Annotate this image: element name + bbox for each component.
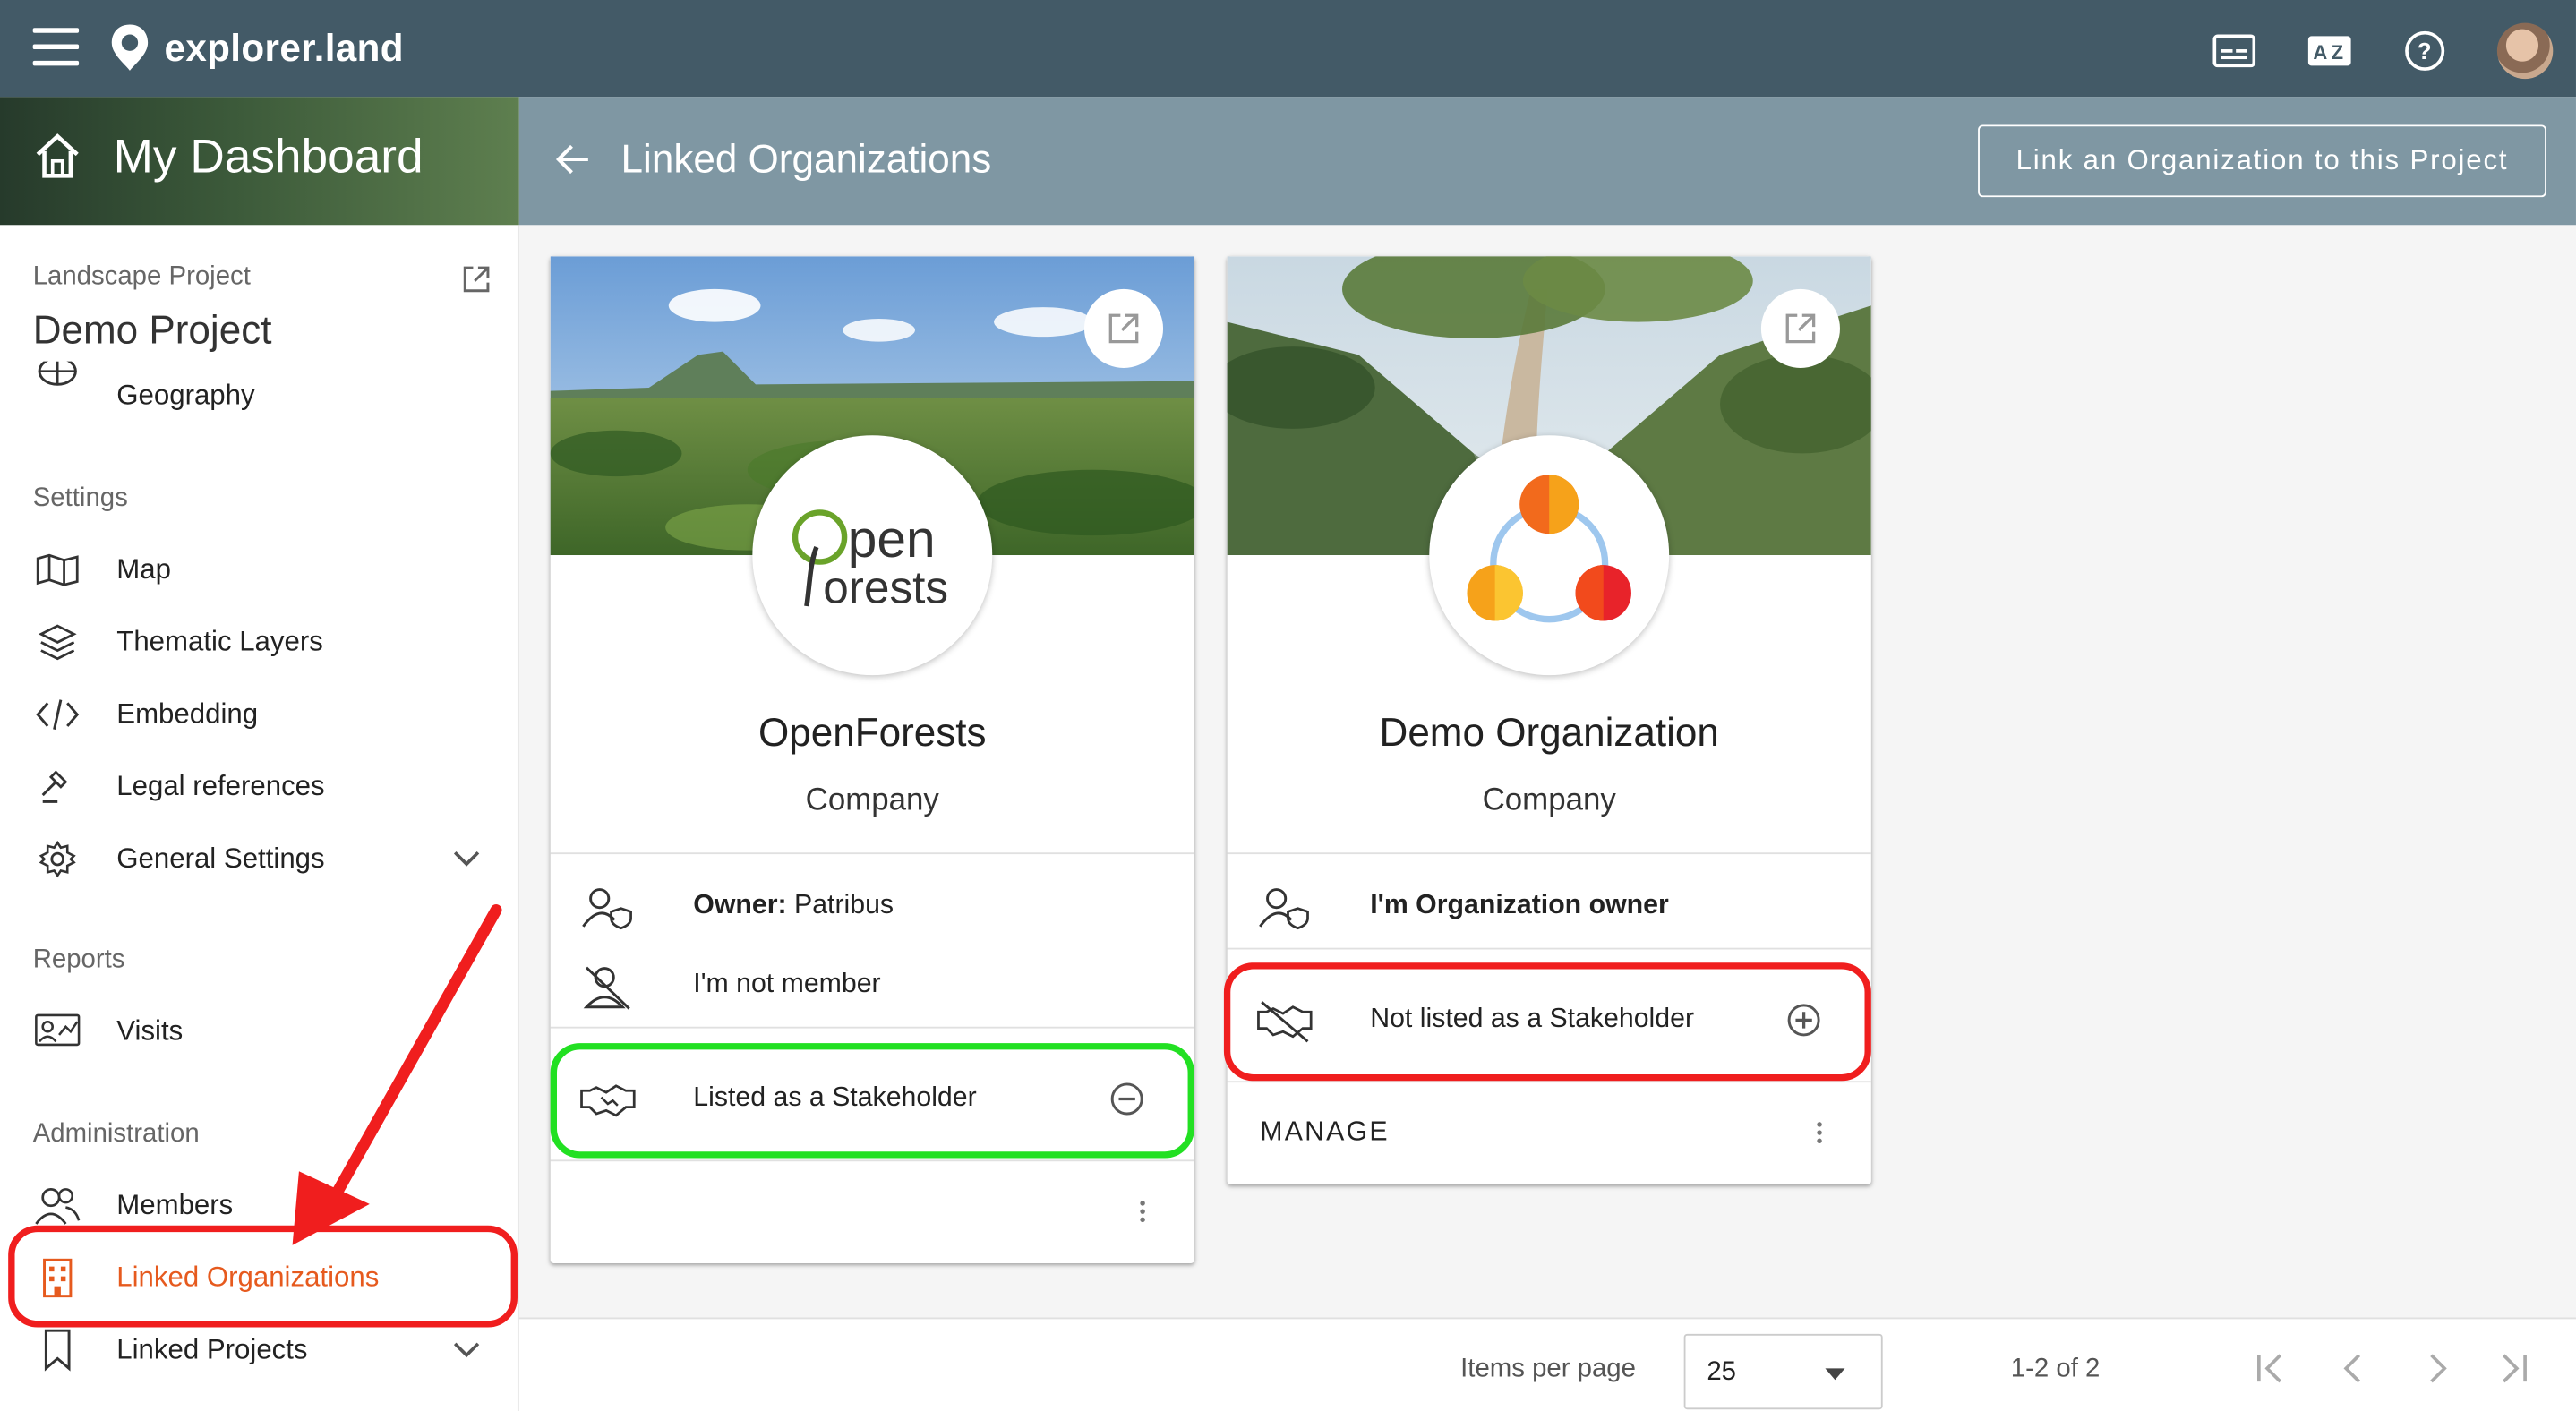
content-header: Linked Organizations Link an Organizatio… [518, 97, 2576, 226]
highlight-listed-stakeholder [550, 1043, 1194, 1159]
logo-text-bottom: orests [823, 560, 948, 612]
divider [550, 852, 1194, 855]
sidebar-item-label: Embedding [116, 697, 259, 730]
home-icon [36, 133, 79, 178]
sidebar-item-label: Members [116, 1189, 234, 1221]
sidebar-item-map[interactable]: Map [0, 534, 518, 606]
brand-name: explorer.land [164, 25, 404, 69]
items-per-page-select[interactable]: 25 [1683, 1333, 1883, 1410]
owner-row: Owner: Patribus [551, 869, 1194, 948]
open-external-icon [1785, 313, 1816, 344]
page-range: 1-2 of 2 [2010, 1355, 2101, 1383]
svg-text:?: ? [2418, 39, 2432, 64]
divider [550, 1026, 1194, 1029]
sidebar-item-label: Linked Projects [116, 1333, 308, 1365]
project-kind: Landscape Project [32, 262, 251, 291]
sidebar-item-legal-references[interactable]: Legal references [0, 751, 518, 824]
last-page-icon[interactable] [2491, 1350, 2530, 1386]
section-administration: Administration [32, 1120, 200, 1149]
logo-text-top: pen [848, 510, 936, 569]
more-vert-icon[interactable] [1137, 1198, 1147, 1226]
open-external-icon[interactable] [462, 264, 492, 294]
sidebar-item-label: Visits [116, 1014, 184, 1047]
project-name: Demo Project [32, 308, 272, 354]
sidebar-item-thematic-layers[interactable]: Thematic Layers [0, 606, 518, 679]
sidebar-item-embedding[interactable]: Embedding [0, 679, 518, 751]
sidebar-item-label: Geography [116, 379, 255, 411]
members-icon [35, 1186, 81, 1226]
items-per-page-value: 25 [1707, 1358, 1737, 1387]
owner-row: I'm Organization owner [1228, 869, 1871, 948]
menu-icon[interactable] [32, 28, 80, 67]
org-name: OpenForests [757, 711, 987, 757]
previous-page-icon[interactable] [2338, 1350, 2371, 1386]
brand[interactable]: explorer.land [108, 23, 404, 73]
owner-name: Patribus [794, 890, 894, 920]
dashboard-title: My Dashboard [113, 131, 424, 184]
sidebar-item-label: Thematic Layers [116, 626, 323, 657]
sidebar-item-geography[interactable]: Geography [0, 360, 518, 411]
owner-shield-icon [580, 885, 636, 931]
membership-row: I'm not member [551, 948, 1194, 1027]
svg-text:A: A [2313, 41, 2327, 64]
gavel-icon [35, 767, 81, 807]
user-avatar[interactable] [2496, 22, 2554, 80]
next-page-icon[interactable] [2420, 1350, 2453, 1386]
layers-icon [35, 622, 81, 662]
org-type: Company [1482, 783, 1616, 818]
owner-text: I'm Organization owner [1370, 890, 1669, 920]
map-icon [35, 551, 81, 590]
membership-text: I'm not member [693, 969, 881, 999]
top-app-bar: explorer.land AZ ? [0, 0, 2576, 98]
more-vert-icon[interactable] [1814, 1118, 1824, 1146]
paginator: Items per page 25 1-2 of 2 [518, 1317, 2576, 1411]
divider [1227, 852, 1871, 855]
sidebar-item-label: General Settings [116, 842, 325, 875]
owner-shield-icon [1257, 885, 1313, 931]
chevron-down-icon[interactable] [450, 1334, 484, 1367]
annotation-arrow [292, 904, 502, 1245]
open-external-button[interactable] [1083, 288, 1164, 368]
dropdown-caret-icon [1825, 1368, 1845, 1381]
section-settings: Settings [32, 484, 128, 513]
open-external-button[interactable] [1760, 288, 1840, 368]
help-icon[interactable]: ? [2401, 28, 2447, 73]
divider [550, 1159, 1194, 1162]
first-page-icon[interactable] [2254, 1350, 2293, 1386]
subtitles-icon[interactable] [2212, 28, 2257, 73]
sidebar-item-label: Map [116, 553, 171, 586]
arrow-back-icon[interactable] [555, 141, 591, 177]
sidebar-item-label: Legal references [116, 770, 325, 802]
gear-icon [35, 840, 81, 879]
sidebar-item-general-settings[interactable]: General Settings [0, 823, 518, 895]
svg-text:Z: Z [2332, 41, 2343, 64]
content-area: pen orests OpenForests Company Owner: Pa… [518, 225, 2576, 1318]
org-type: Company [805, 783, 939, 818]
divider [1227, 1081, 1871, 1083]
bookmark-icon [35, 1329, 81, 1372]
not-member-icon [580, 964, 636, 1010]
link-organization-button[interactable]: Link an Organization to this Project [1978, 124, 2546, 198]
open-external-icon [1108, 313, 1139, 344]
demo-organization-logo [1429, 435, 1670, 676]
chevron-down-icon[interactable] [450, 842, 484, 876]
highlight-not-listed-stakeholder [1223, 962, 1871, 1082]
divider [1227, 947, 1871, 950]
openforests-logo: pen orests [752, 435, 993, 676]
location-pin-icon [111, 24, 149, 71]
owner-label: Owner: [693, 890, 787, 920]
page-title: Linked Organizations [620, 138, 992, 183]
org-name: Demo Organization [1379, 711, 1719, 757]
items-per-page-label: Items per page [1460, 1355, 1636, 1383]
globe-icon [35, 360, 81, 399]
dashboard-header[interactable]: My Dashboard [0, 97, 519, 226]
translate-icon[interactable]: AZ [2306, 28, 2352, 73]
manage-button[interactable]: MANAGE [1260, 1117, 1389, 1149]
visits-icon [35, 1012, 81, 1051]
section-reports: Reports [32, 945, 125, 975]
code-icon [35, 695, 81, 734]
